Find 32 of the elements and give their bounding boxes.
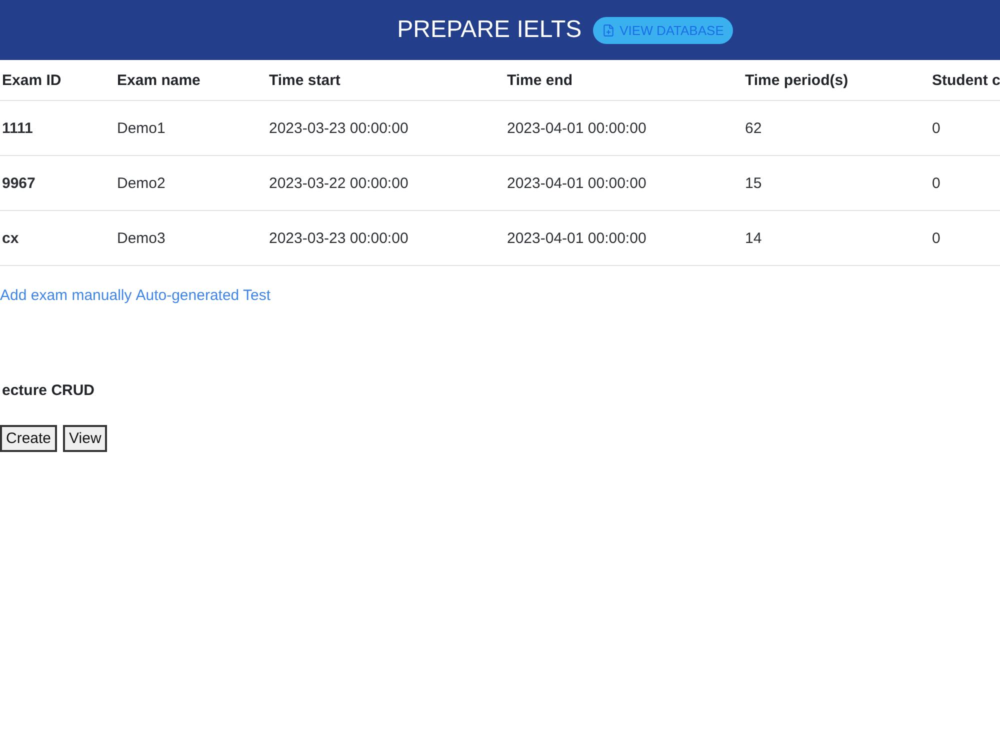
file-plus-icon [602, 24, 615, 36]
table-cell: 1111 [0, 100, 115, 156]
table-cell: 2023-04-01 00:00:00 [505, 100, 743, 156]
column-header: Exam name [115, 60, 267, 100]
column-header: Student c [930, 60, 1000, 100]
column-header: Time end [505, 60, 743, 100]
column-header: Time start [267, 60, 505, 100]
table-cell: 0 [930, 100, 1000, 156]
action-button[interactable]: Create [0, 425, 58, 452]
table-cell: Demo3 [115, 210, 267, 266]
text-link[interactable]: Add exam manually [0, 287, 132, 304]
app-title: PREPARE IELTS [397, 16, 582, 44]
table-cell: Demo2 [115, 156, 267, 210]
table-cell: 2023-03-22 00:00:00 [267, 156, 505, 210]
table-cell: 0 [930, 156, 1000, 210]
table-cell: Demo1 [115, 100, 267, 156]
table-cell: 14 [743, 210, 930, 266]
section-title: ecture CRUD [2, 382, 95, 399]
table-cell: cx [0, 210, 115, 266]
table-cell: 2023-03-23 00:00:00 [267, 100, 505, 156]
column-header: Time period(s) [743, 60, 930, 100]
action-button[interactable]: View [63, 425, 108, 452]
column-header: Exam ID [0, 60, 115, 100]
view-database-button[interactable]: VIEW DATABASE [592, 16, 733, 44]
table-cell: 9967 [0, 156, 115, 210]
table-cell: 15 [743, 156, 930, 210]
table-cell: 2023-04-01 00:00:00 [505, 156, 743, 210]
table-cell: 2023-04-01 00:00:00 [505, 210, 743, 266]
table-cell: 0 [930, 210, 1000, 266]
table-cell: 2023-03-23 00:00:00 [267, 210, 505, 266]
table-cell: 62 [743, 100, 930, 156]
text-link[interactable]: Auto-generated Test [136, 287, 271, 304]
